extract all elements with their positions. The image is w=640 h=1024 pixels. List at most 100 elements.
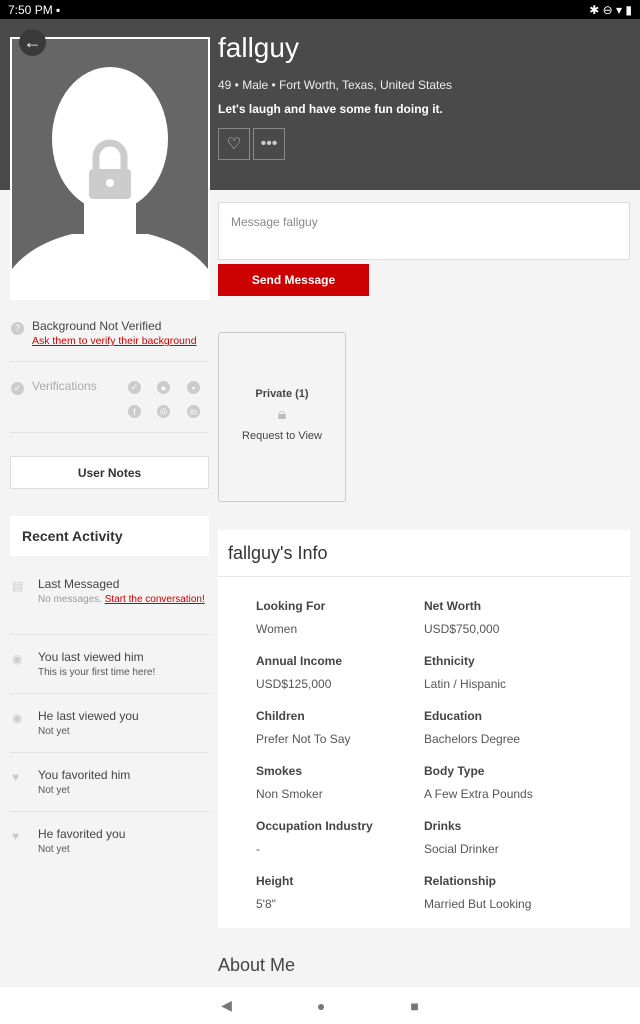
photo-icon: ▪ — [187, 381, 200, 394]
about-me-title: About Me — [218, 955, 296, 975]
divider — [10, 811, 209, 812]
activity-title: You favorited him — [38, 768, 131, 782]
recents-nav-icon[interactable]: ■ — [410, 998, 418, 1014]
more-button[interactable]: ••• — [253, 128, 285, 160]
activity-you-viewed: ◉ You last viewed him This is your first… — [10, 650, 209, 708]
activity-title: Last Messaged — [38, 577, 120, 591]
info-field: Height 5'8" — [256, 874, 293, 911]
info-card: fallguy's Info Looking For Women Net Worth… — [218, 530, 630, 928]
field-label: Children — [256, 709, 305, 723]
silhouette-lock-icon — [12, 67, 208, 298]
heart-icon: ♥ — [12, 770, 20, 784]
activity-you-favorited: ♥ You favorited him Not yet — [10, 768, 209, 826]
verifications: ✓ Verifications ✓ ● ▪ f ◎ in — [11, 378, 209, 418]
system-icons: ✱ ⊖ ▾ ▮ — [589, 2, 632, 17]
field-value: USD$750,000 — [424, 622, 500, 636]
info-field: Drinks Social Drinker — [424, 819, 499, 856]
clock: 7:50 PM — [8, 2, 53, 17]
message-icon: ▤ — [12, 579, 24, 593]
username: fallguy — [218, 32, 299, 63]
linkedin-icon: in — [187, 405, 200, 418]
info-field: Smokes Non Smoker — [256, 764, 323, 801]
nav-bar: ◀ ● ■ — [0, 987, 640, 1024]
image-icon: ▪ — [56, 2, 61, 17]
info-field: Children Prefer Not To Say — [256, 709, 351, 746]
activity-title: He favorited you — [38, 827, 126, 841]
message-placeholder: Message fallguy — [231, 215, 318, 229]
background-label: Background Not Verified — [32, 319, 162, 333]
field-value: A Few Extra Pounds — [424, 787, 533, 801]
check-icon: ✓ — [128, 381, 141, 394]
status-bar: 7:50 PM ▪ ✱ ⊖ ▾ ▮ — [0, 0, 640, 19]
info-field: Occupation Industry - — [256, 819, 373, 856]
profile-meta: 49 • Male • Fort Worth, Texas, United St… — [218, 78, 453, 92]
field-label: Education — [424, 709, 483, 723]
heart-icon: ♡ — [226, 136, 242, 153]
field-label: Relationship — [424, 874, 497, 888]
field-label: Drinks — [424, 819, 462, 833]
user-notes-button[interactable]: User Notes — [10, 456, 209, 489]
question-icon: ? — [11, 321, 24, 335]
info-field: Body Type A Few Extra Pounds — [424, 764, 533, 801]
private-photos-card[interactable]: Private (1) 🔒︎ Request to View — [218, 332, 346, 502]
activity-sub: Not yet — [38, 726, 70, 737]
field-label: Looking For — [256, 599, 326, 613]
activity-last-messaged: ▤ Last Messaged No messages. Start the c… — [10, 577, 209, 635]
back-button[interactable]: ← — [19, 29, 46, 56]
field-value: Women — [256, 622, 298, 636]
eye-icon: ◉ — [12, 711, 23, 725]
back-nav-icon[interactable]: ◀ — [221, 997, 232, 1014]
verify-background-link[interactable]: Ask them to verify their background — [32, 335, 197, 347]
activity-sub: This is your first time here! — [38, 667, 156, 678]
info-field: Looking For Women — [256, 599, 325, 636]
send-message-button[interactable]: Send Message — [218, 264, 369, 296]
activity-sub: Not yet — [38, 844, 70, 855]
home-nav-icon[interactable]: ● — [317, 998, 325, 1014]
message-input[interactable]: Message fallguy — [218, 202, 630, 260]
info-field: Relationship Married But Looking — [424, 874, 531, 911]
field-value: USD$125,000 — [256, 677, 332, 691]
field-value: Non Smoker — [256, 787, 323, 801]
divider — [10, 752, 209, 753]
field-label: Net Worth — [424, 599, 482, 613]
field-value: Married But Looking — [424, 897, 532, 911]
request-to-view[interactable]: Request to View — [219, 430, 345, 442]
start-conversation-link[interactable]: Start the conversation! — [105, 594, 205, 605]
field-label: Ethnicity — [424, 654, 475, 668]
field-value: Bachelors Degree — [424, 732, 521, 746]
field-label: Body Type — [424, 764, 485, 778]
facebook-icon: f — [128, 405, 141, 418]
field-label: Smokes — [256, 764, 303, 778]
activity-sub: Not yet — [38, 785, 70, 796]
heart-icon: ♥ — [12, 829, 20, 843]
profile-photo[interactable] — [10, 37, 210, 300]
divider — [10, 634, 209, 635]
more-icon: ••• — [260, 135, 278, 152]
background-status: ? Background Not Verified Ask them to ve… — [11, 318, 197, 347]
field-label: Occupation Industry — [256, 819, 373, 833]
recent-activity-title: Recent Activity — [10, 516, 209, 556]
verifications-label: Verifications — [32, 379, 97, 393]
field-label: Height — [256, 874, 294, 888]
tagline: Let's laugh and have some fun doing it. — [218, 102, 443, 116]
favorite-button[interactable]: ♡ — [218, 128, 250, 160]
field-value: 5'8" — [256, 897, 276, 911]
divider — [10, 361, 209, 362]
private-label: Private (1) — [255, 388, 309, 400]
check-circle-icon: ✓ — [11, 382, 24, 395]
info-field: Ethnicity Latin / Hispanic — [424, 654, 506, 691]
field-label: Annual Income — [256, 654, 343, 668]
activity-he-favorited: ♥ He favorited you Not yet — [10, 827, 209, 885]
info-field: Education Bachelors Degree — [424, 709, 520, 746]
field-value: Prefer Not To Say — [256, 732, 351, 746]
info-field: Net Worth USD$750,000 — [424, 599, 499, 636]
info-field: Annual Income USD$125,000 — [256, 654, 342, 691]
activity-sub: No messages. — [38, 594, 102, 605]
eye-icon: ◉ — [12, 652, 23, 666]
divider — [10, 693, 209, 694]
activity-he-viewed: ◉ He last viewed you Not yet — [10, 709, 209, 767]
info-title: fallguy's Info — [218, 530, 630, 577]
instagram-icon: ◎ — [157, 405, 170, 418]
field-value: - — [256, 842, 260, 856]
field-value: Latin / Hispanic — [424, 677, 507, 691]
